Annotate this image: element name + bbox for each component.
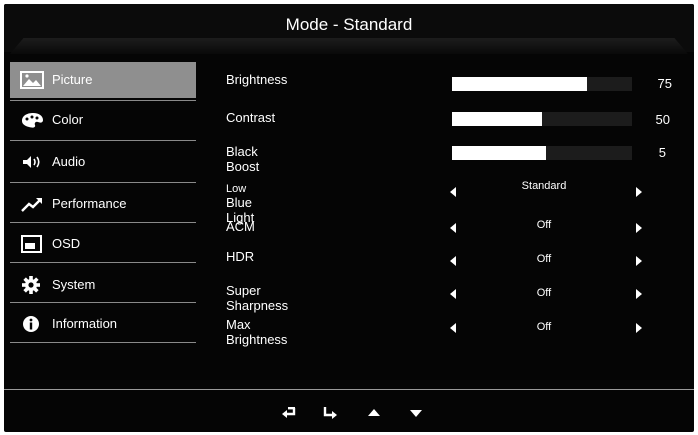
title-bar-shadow bbox=[10, 38, 688, 54]
contrast-slider-fill bbox=[452, 112, 542, 126]
contrast-label: Contrast bbox=[226, 110, 276, 125]
brightness-value: 75 bbox=[657, 76, 672, 91]
acm-left-arrow-icon[interactable] bbox=[450, 223, 456, 233]
acm-value: Off bbox=[536, 219, 552, 231]
sidebar-divider bbox=[10, 262, 196, 263]
super-sharpness-left-arrow-icon[interactable] bbox=[450, 289, 456, 299]
low-blue-light-prefix: Low bbox=[226, 183, 247, 195]
title-bar: Mode - Standard bbox=[4, 4, 694, 54]
sidebar-item-audio[interactable]: Audio bbox=[10, 144, 196, 180]
sidebar-item-label: Audio bbox=[52, 154, 86, 169]
sidebar-item-label: Picture bbox=[52, 72, 93, 87]
sidebar-item-system[interactable]: System bbox=[10, 267, 196, 303]
sidebar-item-information[interactable]: Information bbox=[10, 306, 196, 342]
hdr-value: Off bbox=[536, 253, 552, 265]
sidebar-divider bbox=[10, 302, 196, 303]
sidebar-item-label: System bbox=[52, 277, 96, 292]
trend-up-icon bbox=[20, 195, 44, 213]
black-boost-slider[interactable] bbox=[452, 146, 632, 160]
hdr-right-arrow-icon[interactable] bbox=[636, 256, 642, 266]
sidebar-divider bbox=[10, 222, 196, 223]
brightness-slider-fill bbox=[452, 77, 587, 91]
acm-label: ACM bbox=[226, 219, 255, 234]
super-sharpness-label: Super Sharpness bbox=[226, 283, 289, 313]
contrast-slider[interactable] bbox=[452, 112, 632, 126]
max-brightness-left-arrow-icon[interactable] bbox=[450, 323, 456, 333]
hdr-label: HDR bbox=[226, 249, 255, 264]
sidebar-item-label: Color bbox=[52, 112, 84, 127]
sidebar-divider bbox=[10, 342, 196, 343]
sidebar-item-label: Performance bbox=[52, 196, 127, 211]
black-boost-label: Black Boost bbox=[226, 144, 260, 174]
black-boost-slider-fill bbox=[452, 146, 546, 160]
sidebar-item-label: Information bbox=[52, 316, 118, 331]
gear-icon bbox=[20, 276, 44, 294]
enter-icon[interactable] bbox=[320, 404, 340, 422]
down-arrow-icon[interactable] bbox=[406, 404, 426, 422]
hdr-left-arrow-icon[interactable] bbox=[450, 256, 456, 266]
super-sharpness-value: Off bbox=[536, 287, 552, 299]
info-icon bbox=[20, 315, 44, 333]
max-brightness-value: Off bbox=[536, 321, 552, 333]
black-boost-value: 5 bbox=[658, 145, 666, 160]
super-sharpness-right-arrow-icon[interactable] bbox=[636, 289, 642, 299]
max-brightness-right-arrow-icon[interactable] bbox=[636, 323, 642, 333]
sidebar-divider bbox=[10, 140, 196, 141]
low-blue-light-left-arrow-icon[interactable] bbox=[450, 187, 456, 197]
bottom-divider bbox=[4, 389, 694, 390]
low-blue-light-right-arrow-icon[interactable] bbox=[636, 187, 642, 197]
max-brightness-label: Max Brightness bbox=[226, 317, 288, 347]
back-icon[interactable] bbox=[280, 404, 300, 422]
sidebar-item-osd[interactable]: OSD bbox=[10, 226, 196, 262]
picture-icon bbox=[20, 71, 44, 89]
brightness-label: Brightness bbox=[226, 72, 288, 87]
sidebar-item-picture[interactable]: Picture bbox=[10, 62, 196, 98]
osd-window-icon bbox=[20, 235, 44, 253]
sidebar-item-label: OSD bbox=[52, 236, 81, 251]
palette-icon bbox=[20, 111, 44, 129]
speaker-icon bbox=[20, 153, 44, 171]
brightness-slider[interactable] bbox=[452, 77, 632, 91]
sidebar-divider bbox=[10, 100, 196, 101]
contrast-value: 50 bbox=[655, 112, 670, 127]
sidebar-item-performance[interactable]: Performance bbox=[10, 186, 196, 222]
menu-title: Mode - Standard bbox=[285, 15, 413, 34]
sidebar-item-color[interactable]: Color bbox=[10, 102, 196, 138]
up-arrow-icon[interactable] bbox=[364, 404, 384, 422]
low-blue-light-value: Standard bbox=[521, 180, 567, 192]
acm-right-arrow-icon[interactable] bbox=[636, 223, 642, 233]
sidebar-divider bbox=[10, 182, 196, 183]
osd-menu: Mode - Standard Picture Color Audio Perf… bbox=[4, 4, 694, 432]
